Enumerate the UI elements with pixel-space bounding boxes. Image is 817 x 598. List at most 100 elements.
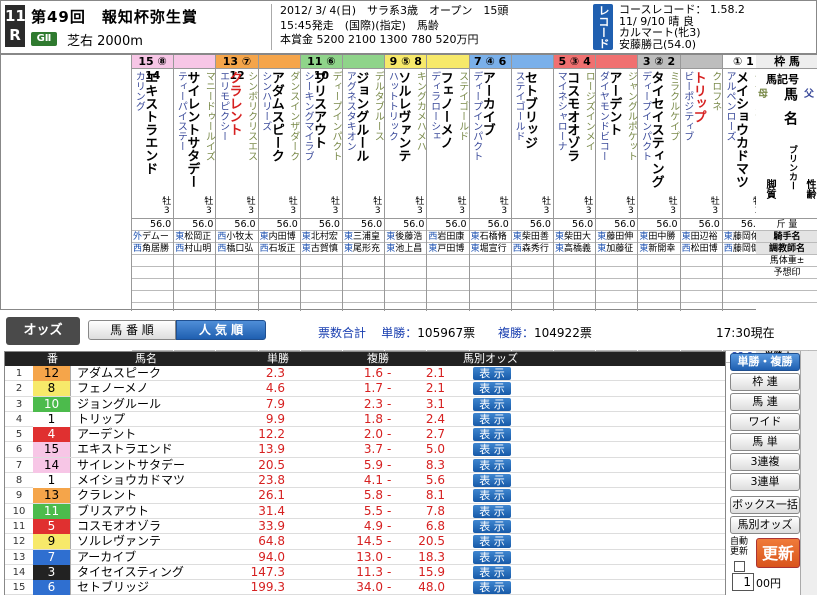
show-horse-odds-button[interactable]: 表 示 xyxy=(473,382,511,396)
horse-name[interactable]: エキストラエンド xyxy=(142,71,157,175)
trainer-name[interactable]: 西村山明 xyxy=(174,243,216,255)
horse-name: ジョングルール xyxy=(77,396,162,411)
show-horse-odds-button[interactable]: 表 示 xyxy=(473,428,511,442)
sanrentan-button[interactable]: 3連単 xyxy=(730,473,800,491)
horse-name[interactable]: サイレントサタデー xyxy=(184,71,199,188)
show-horse-odds-button[interactable]: 表 示 xyxy=(473,489,511,503)
horse-name[interactable]: ジョングルール xyxy=(353,71,368,162)
tanfuku-button[interactable]: 単勝・複勝 xyxy=(730,353,800,371)
place-odds-max: 15.9 xyxy=(418,564,445,579)
race-start-line: 15:45発走 (国際)(指定) 馬齢 xyxy=(280,18,439,32)
show-horse-odds-button[interactable]: 表 示 xyxy=(473,474,511,488)
prediction-mark xyxy=(680,267,722,279)
amount-input[interactable]: 1 xyxy=(732,573,754,591)
win-odds: 2.3 xyxy=(265,366,285,380)
tab-popularity-order[interactable]: 人 気 順 xyxy=(176,320,266,340)
gate-number xyxy=(258,55,300,69)
prediction-mark xyxy=(343,267,385,279)
record-info: コースレコード： 1.58.2 11/ 9/10 晴 良 カルマート(牝3) 安… xyxy=(619,3,745,51)
trainer-name[interactable]: 東堀宣行 xyxy=(469,243,511,255)
auto-update-checkbox[interactable] xyxy=(734,561,745,572)
jockey-name[interactable]: 東松岡正 xyxy=(174,231,216,243)
trainer-name[interactable]: 西角居勝 xyxy=(132,243,174,255)
show-horse-odds-button[interactable]: 表 示 xyxy=(473,535,511,549)
race-info: 2012/ 3/ 4(日) サラ系3歳 オープン 15頭 15:45発走 (国際… xyxy=(271,4,591,50)
jockey-name[interactable]: 東田辺裕 xyxy=(680,231,722,243)
trainer-name[interactable]: 東尾形充 xyxy=(343,243,385,255)
jockey-name[interactable]: 東北村宏 xyxy=(300,231,342,243)
sanrenpuku-button[interactable]: 3連複 xyxy=(730,453,800,471)
horse-name[interactable]: セトブリッジ xyxy=(522,71,537,149)
show-horse-odds-button[interactable]: 表 示 xyxy=(473,458,511,472)
jockey-name[interactable]: 東後藤浩 xyxy=(385,231,427,243)
sex-age: 牡3 xyxy=(373,197,383,216)
trainer-name[interactable]: 東戸田博 xyxy=(427,243,469,255)
show-horse-odds-button[interactable]: 表 示 xyxy=(473,550,511,564)
spacer xyxy=(174,279,216,291)
jockey-name[interactable]: 東内田博 xyxy=(258,231,300,243)
jockey-name[interactable]: 東藤田伸 xyxy=(596,231,638,243)
jockey-name[interactable]: 東三浦皇 xyxy=(343,231,385,243)
prediction-mark xyxy=(638,267,680,279)
horse-name[interactable]: トリップ xyxy=(691,71,706,123)
horse-name: フェノーメノ xyxy=(77,381,149,396)
weight-carried: 56.0 xyxy=(554,219,596,231)
show-horse-odds-button[interactable]: 表 示 xyxy=(473,443,511,457)
place-odds-min: 11.3 xyxy=(356,564,383,579)
jockey-name[interactable]: 東柴田大 xyxy=(554,231,596,243)
trainer-name[interactable]: 東古賀慎 xyxy=(300,243,342,255)
trainer-name[interactable]: 西橋口弘 xyxy=(216,243,258,255)
show-horse-odds-button[interactable]: 表 示 xyxy=(473,519,511,533)
prediction-mark xyxy=(300,267,342,279)
horse-name-cell: マイネシャローナ コスモオオゾラ ロージズインメイ 牡3 xyxy=(554,69,596,219)
weight-carried: 56.0 xyxy=(469,219,511,231)
box-button[interactable]: ボックス一括 xyxy=(730,496,800,514)
horse-column: 13 ⑦ 12 エリモピクシー クラレント シンボリクリスエス 牡3 56.0 西小牧太 西橋… xyxy=(216,55,259,363)
horse-name[interactable]: ソルレヴァンテ xyxy=(395,71,410,162)
umatan-button[interactable]: 馬 単 xyxy=(730,433,800,451)
horse-name[interactable]: フェノーメノ xyxy=(438,71,453,149)
wakuren-button[interactable]: 枠 連 xyxy=(730,373,800,391)
horse-name[interactable]: クラレント xyxy=(227,71,242,136)
place-odds-max: 2.1 xyxy=(425,381,445,396)
tab-horse-number-order[interactable]: 馬 番 順 xyxy=(88,320,176,340)
jockey-name[interactable]: 東柴田善 xyxy=(511,231,553,243)
horse-name[interactable]: メイショウカドマツ xyxy=(733,71,748,188)
jockey-name[interactable]: 西岩田康 xyxy=(427,231,469,243)
trainer-name[interactable]: 東新開幸 xyxy=(638,243,680,255)
horse-odds-button[interactable]: 馬別オッズ xyxy=(730,516,800,534)
show-horse-odds-button[interactable]: 表 示 xyxy=(473,504,511,518)
show-horse-odds-button[interactable]: 表 示 xyxy=(473,412,511,426)
horse-name[interactable]: アダムスピーク xyxy=(269,71,284,162)
win-odds: 31.4 xyxy=(258,503,285,518)
update-button[interactable]: 更新 xyxy=(756,538,800,568)
show-horse-odds-button[interactable]: 表 示 xyxy=(473,565,511,579)
umaren-button[interactable]: 馬 連 xyxy=(730,393,800,411)
trainer-name[interactable]: 西松田博 xyxy=(680,243,722,255)
place-odds-max: 18.3 xyxy=(418,549,445,564)
trainer-name[interactable]: 東池上昌 xyxy=(385,243,427,255)
jockey-name[interactable]: 西小牧太 xyxy=(216,231,258,243)
trainer-name[interactable]: 西森秀行 xyxy=(511,243,553,255)
show-horse-odds-button[interactable]: 表 示 xyxy=(473,397,511,411)
horse-name[interactable]: コスモオオゾラ xyxy=(564,71,579,162)
scrollbar[interactable] xyxy=(800,351,817,595)
horse-name[interactable]: ブリスアウト xyxy=(311,71,326,149)
dam-name: キングカメハメハ xyxy=(414,71,426,151)
win-odds: 4.6 xyxy=(265,381,285,396)
horse-name[interactable]: タイセイスティング xyxy=(649,71,664,188)
trainer-name[interactable]: 東加藤征 xyxy=(596,243,638,255)
horse-name[interactable]: アーデント xyxy=(606,71,621,136)
jockey-name[interactable]: 東田中勝 xyxy=(638,231,680,243)
body-weight xyxy=(258,255,300,267)
sex-age: 牡3 xyxy=(162,197,172,216)
trainer-name[interactable]: 西石坂正 xyxy=(258,243,300,255)
horse-name[interactable]: アーカイブ xyxy=(480,71,495,136)
jockey-name[interactable]: 外デムー xyxy=(132,231,174,243)
show-horse-odds-button[interactable]: 表 示 xyxy=(473,581,511,595)
trainer-name[interactable]: 東高橋義 xyxy=(554,243,596,255)
jockey-name[interactable]: 東石橋脩 xyxy=(469,231,511,243)
show-horse-odds-button[interactable]: 表 示 xyxy=(473,367,511,380)
wide-button[interactable]: ワイド xyxy=(730,413,800,431)
sex-age: 牡3 xyxy=(584,197,594,216)
